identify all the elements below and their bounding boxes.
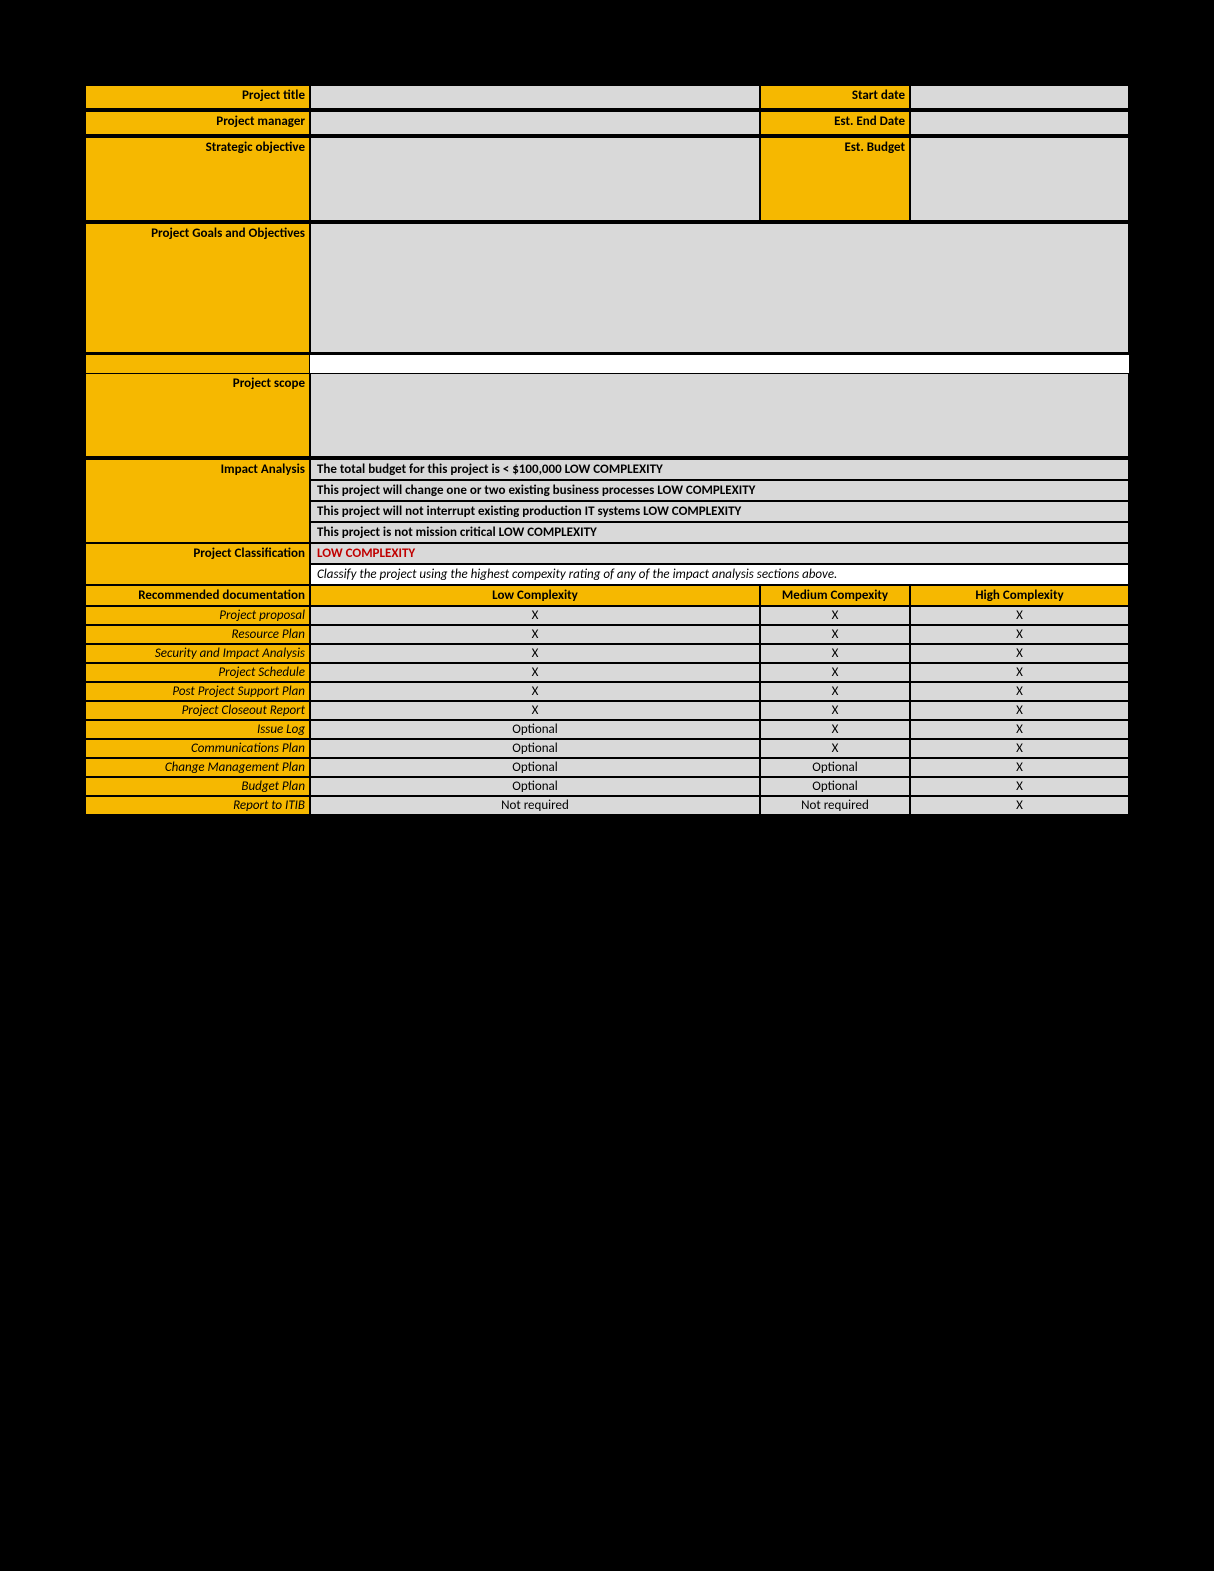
doc-cell-med: X bbox=[760, 682, 910, 701]
doc-row-label: Change Management Plan bbox=[85, 758, 310, 777]
doc-cell-low: Optional bbox=[310, 758, 760, 777]
strategic-objective-label: Strategic objective bbox=[85, 137, 310, 221]
doc-row-label: Budget Plan bbox=[85, 777, 310, 796]
doc-cell-low: Optional bbox=[310, 720, 760, 739]
est-budget-value[interactable] bbox=[910, 137, 1129, 221]
doc-cell-med: X bbox=[760, 720, 910, 739]
start-date-label: Start date bbox=[760, 85, 910, 109]
docs-header-1: Low Complexity bbox=[310, 585, 760, 606]
doc-cell-high: X bbox=[910, 606, 1129, 625]
impact-line-4: This project is not mission critical LOW… bbox=[310, 522, 1129, 543]
doc-cell-low: X bbox=[310, 682, 760, 701]
est-end-date-value[interactable] bbox=[910, 111, 1129, 135]
doc-row-label: Resource Plan bbox=[85, 625, 310, 644]
doc-cell-low: X bbox=[310, 644, 760, 663]
doc-cell-high: X bbox=[910, 701, 1129, 720]
impact-analysis-label: Impact Analysis bbox=[85, 459, 310, 543]
scope-label: Project scope bbox=[85, 373, 310, 457]
doc-cell-low: Optional bbox=[310, 777, 760, 796]
doc-cell-low: X bbox=[310, 625, 760, 644]
page: Project title Start date Project manager… bbox=[0, 0, 1214, 1571]
doc-cell-low: Optional bbox=[310, 739, 760, 758]
doc-cell-med: X bbox=[760, 739, 910, 758]
est-end-date-label: Est. End Date bbox=[760, 111, 910, 135]
doc-cell-high: X bbox=[910, 644, 1129, 663]
doc-cell-med: Not required bbox=[760, 796, 910, 815]
docs-header-2: Medium Compexity bbox=[760, 585, 910, 606]
doc-cell-high: X bbox=[910, 796, 1129, 815]
doc-row-label: Post Project Support Plan bbox=[85, 682, 310, 701]
est-budget-label: Est. Budget bbox=[760, 137, 910, 221]
goals-value[interactable] bbox=[310, 223, 1129, 353]
classification-note: Classify the project using the highest c… bbox=[310, 564, 1129, 585]
doc-cell-low: X bbox=[310, 606, 760, 625]
project-title-value[interactable] bbox=[310, 85, 760, 109]
start-date-value[interactable] bbox=[910, 85, 1129, 109]
doc-row-label: Security and Impact Analysis bbox=[85, 644, 310, 663]
doc-cell-high: X bbox=[910, 720, 1129, 739]
project-manager-label: Project manager bbox=[85, 111, 310, 135]
project-form: Project title Start date Project manager… bbox=[85, 85, 1129, 815]
impact-line-3: This project will not interrupt existing… bbox=[310, 501, 1129, 522]
doc-cell-med: Optional bbox=[760, 758, 910, 777]
scope-value[interactable] bbox=[310, 373, 1129, 457]
doc-cell-high: X bbox=[910, 625, 1129, 644]
doc-row-label: Issue Log bbox=[85, 720, 310, 739]
doc-cell-med: X bbox=[760, 625, 910, 644]
doc-row-label: Project proposal bbox=[85, 606, 310, 625]
project-manager-value[interactable] bbox=[310, 111, 760, 135]
doc-row-label: Project Schedule bbox=[85, 663, 310, 682]
doc-cell-med: X bbox=[760, 606, 910, 625]
impact-line-1: The total budget for this project is < $… bbox=[310, 459, 1129, 480]
impact-line-2: This project will change one or two exis… bbox=[310, 480, 1129, 501]
doc-cell-med: X bbox=[760, 701, 910, 720]
doc-cell-med: X bbox=[760, 644, 910, 663]
classification-label: Project Classification bbox=[85, 543, 310, 585]
doc-cell-low: X bbox=[310, 701, 760, 720]
doc-cell-high: X bbox=[910, 758, 1129, 777]
classification-value: LOW COMPLEXITY bbox=[310, 543, 1129, 564]
doc-cell-high: X bbox=[910, 663, 1129, 682]
project-title-label: Project title bbox=[85, 85, 310, 109]
docs-header-0: Recommended documentation bbox=[85, 585, 310, 606]
doc-cell-high: X bbox=[910, 739, 1129, 758]
doc-cell-med: Optional bbox=[760, 777, 910, 796]
doc-cell-high: X bbox=[910, 777, 1129, 796]
doc-cell-low: Not required bbox=[310, 796, 760, 815]
strategic-objective-value[interactable] bbox=[310, 137, 760, 221]
docs-header-3: High Complexity bbox=[910, 585, 1129, 606]
doc-cell-med: X bbox=[760, 663, 910, 682]
doc-row-label: Communications Plan bbox=[85, 739, 310, 758]
doc-cell-low: X bbox=[310, 663, 760, 682]
doc-cell-high: X bbox=[910, 682, 1129, 701]
doc-row-label: Report to ITIB bbox=[85, 796, 310, 815]
goals-label: Project Goals and Objectives bbox=[85, 223, 310, 353]
doc-row-label: Project Closeout Report bbox=[85, 701, 310, 720]
